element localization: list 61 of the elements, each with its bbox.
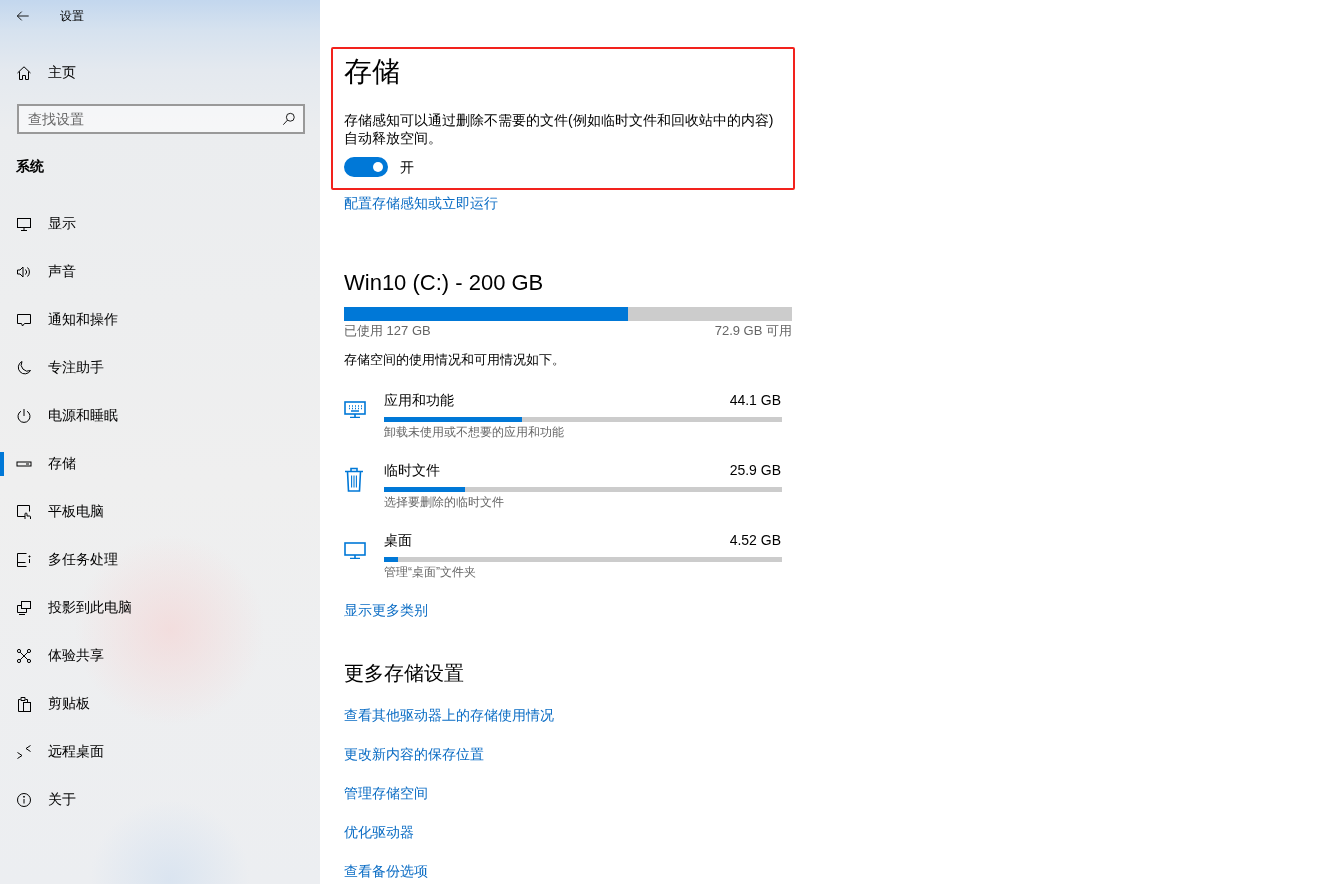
category-name[interactable]: 临时文件	[384, 460, 440, 480]
speech-bubble-icon	[16, 312, 32, 328]
sidebar-item[interactable]: 电源和睡眠	[0, 392, 320, 440]
screens-icon	[16, 600, 32, 616]
back-button[interactable]	[16, 9, 30, 23]
sidebar-item[interactable]: 专注助手	[0, 344, 320, 392]
show-more-link[interactable]: 显示更多类别	[344, 600, 428, 620]
sidebar-item[interactable]: 存储	[0, 440, 320, 488]
search-icon	[282, 112, 296, 126]
monitor-icon	[344, 542, 366, 559]
tablet-hand-icon	[16, 504, 32, 520]
sidebar-item[interactable]: 体验共享	[0, 632, 320, 680]
sidebar-item[interactable]: 多任务处理	[0, 536, 320, 584]
sidebar-item[interactable]: 平板电脑	[0, 488, 320, 536]
info-icon	[16, 792, 32, 808]
connected-nodes-icon	[16, 648, 32, 664]
section-title: 更多存储设置	[344, 661, 464, 686]
free-space-label: 72.9 GB 可用	[714, 322, 792, 340]
clipboard-icon	[16, 696, 32, 712]
summary-text: 存储空间的使用情况和可用情况如下。	[344, 351, 565, 369]
category-hint: 管理“桌面”文件夹	[384, 564, 476, 580]
category-size: 44.1 GB	[729, 391, 781, 410]
sidebar-item[interactable]: 剪贴板	[0, 680, 320, 728]
chevrons-icon	[16, 744, 32, 760]
monitor-grid-icon	[344, 401, 366, 418]
toggle-switch[interactable]	[344, 157, 388, 177]
category-size: 4.52 GB	[729, 531, 781, 550]
sidebar-item[interactable]: 关于	[0, 776, 320, 824]
home-link[interactable]: 主页	[0, 53, 76, 93]
sidebar-item[interactable]: 投影到此电脑	[0, 584, 320, 632]
settings-link[interactable]: 查看备份选项	[344, 861, 428, 881]
window-split-icon	[16, 552, 32, 568]
category-size: 25.9 GB	[729, 461, 781, 480]
sidebar-item[interactable]: 远程桌面	[0, 728, 320, 776]
monitor-icon	[16, 216, 32, 232]
description-text: 存储感知可以通过删除不需要的文件(例如临时文件和回收站中的内容)自动释放空间。	[344, 111, 775, 147]
window-title: 设置	[60, 8, 84, 24]
speaker-icon	[16, 264, 32, 280]
settings-link[interactable]: 查看其他驱动器上的存储使用情况	[344, 705, 554, 725]
trash-icon	[344, 467, 364, 492]
page-title: 存储	[344, 55, 400, 89]
category-name[interactable]: 桌面	[384, 530, 412, 550]
home-icon	[16, 65, 32, 81]
settings-link[interactable]: 更改新内容的保存位置	[344, 744, 484, 764]
sidebar-item[interactable]: 显示	[0, 200, 320, 248]
category-hint: 选择要删除的临时文件	[384, 494, 504, 510]
sidebar-item[interactable]: 声音	[0, 248, 320, 296]
toggle-label: 开	[400, 158, 414, 177]
sidebar-item[interactable]: 通知和操作	[0, 296, 320, 344]
used-space-label: 已使用 127 GB	[344, 322, 431, 340]
storage-sense-link[interactable]: 配置存储感知或立即运行	[344, 193, 498, 213]
settings-link[interactable]: 管理存储空间	[344, 783, 428, 803]
power-icon	[16, 408, 32, 424]
settings-link[interactable]: 优化驱动器	[344, 822, 414, 842]
category-name[interactable]: 应用和功能	[384, 390, 454, 410]
back-arrow-icon	[16, 9, 30, 23]
moon-icon	[16, 360, 32, 376]
search-field[interactable]: 查找设置	[17, 104, 305, 134]
section-heading: 系统	[16, 157, 45, 176]
drive-title: Win10 (C:) - 200 GB	[344, 269, 544, 297]
category-hint: 卸载未使用或不想要的应用和功能	[384, 424, 564, 440]
